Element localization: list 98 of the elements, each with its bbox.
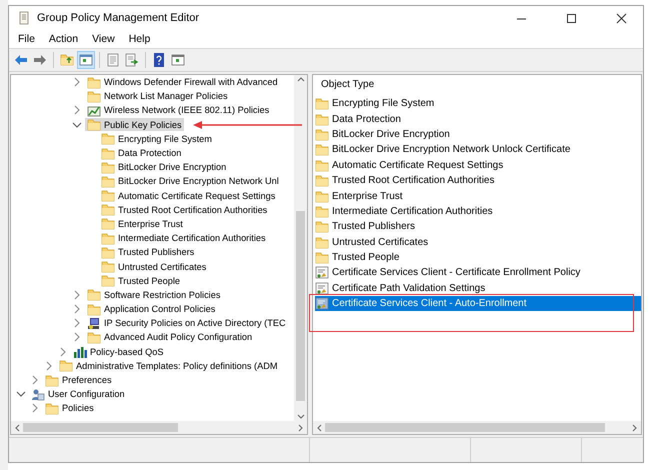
folder-icon (101, 146, 115, 160)
folder-icon (315, 204, 329, 218)
tree-item[interactable]: Automatic Certificate Request Settings (99, 188, 278, 202)
tree-item[interactable]: User Configuration (29, 387, 127, 402)
list-item[interactable]: Certificate Path Validation Settings (315, 280, 488, 296)
folder-icon (315, 190, 329, 203)
document-icon (17, 11, 31, 25)
settings-page-icon (315, 266, 329, 280)
computer-icon (87, 316, 101, 330)
horizontal-scrollbar[interactable] (11, 421, 307, 434)
tree-item[interactable]: Data Protection (99, 146, 184, 160)
export-list-button[interactable] (123, 51, 141, 69)
folder-icon (315, 158, 329, 172)
column-header[interactable]: Object Type (315, 79, 641, 96)
close-button[interactable] (614, 12, 628, 24)
tree-item[interactable]: Windows Defender Firewall with Advanced (85, 75, 280, 89)
folder-icon (101, 203, 115, 216)
folder-icon (45, 402, 59, 415)
list-item[interactable]: Trusted Publishers (315, 219, 417, 235)
list-item[interactable]: Encrypting File System (315, 96, 436, 112)
menu-item[interactable]: Help (122, 33, 158, 45)
folder-icon (101, 217, 115, 230)
folder-icon (315, 174, 329, 188)
folder-icon (101, 132, 115, 146)
tree-item[interactable]: Trusted Publishers (99, 246, 196, 260)
tree-item[interactable]: Advanced Audit Policy Configuration (85, 330, 254, 344)
list-item[interactable]: Certificate Services Client - Auto-Enrollment (315, 296, 641, 312)
folder-icon (87, 118, 101, 132)
scroll-down-icon (296, 413, 304, 421)
scroll-right-icon (297, 424, 305, 432)
folder-icon (315, 236, 329, 249)
folder-icon (87, 90, 101, 103)
folder-icon (87, 302, 101, 316)
list-item[interactable]: Enterprise Trust (315, 188, 405, 204)
vertical-scrollbar[interactable] (294, 75, 307, 421)
folder-icon (315, 112, 329, 126)
folder-icon (101, 160, 115, 174)
folder-icon (87, 330, 101, 344)
folder-icon (87, 288, 101, 302)
tree-item[interactable]: Policy-based QoS (71, 344, 166, 358)
folder-icon (315, 251, 329, 264)
tree-item[interactable]: IP Security Policies on Active Directory (TEC (85, 316, 288, 330)
list-item[interactable]: Data Protection (315, 111, 403, 127)
tree-item[interactable]: Administrative Templates: Policy definitions (ADM (57, 359, 280, 373)
tree-item[interactable]: Preferences (43, 373, 114, 387)
folder-icon (59, 359, 73, 372)
settings-page-icon (315, 282, 329, 295)
tree-item[interactable]: Software Restriction Policies (85, 288, 222, 302)
tree-item[interactable]: Trusted People (99, 274, 182, 288)
folder-icon (315, 220, 329, 234)
folder-icon (87, 76, 101, 89)
folder-icon (101, 232, 115, 245)
folder-icon (101, 274, 115, 288)
list-item[interactable]: Untrusted Certificates (315, 234, 430, 250)
folder-icon (45, 374, 59, 387)
list-item[interactable]: Intermediate Certification Authorities (315, 204, 495, 220)
folder-icon (315, 97, 329, 110)
list-item[interactable]: Automatic Certificate Request Settings (315, 158, 506, 173)
tree-item[interactable]: Encrypting File System (99, 132, 214, 146)
tree-item[interactable]: Wireless Network (IEEE 802.11) Policies (85, 104, 272, 118)
list-item[interactable]: Certificate Services Client - Certificate Enrollment Policy (315, 265, 582, 281)
tree-item[interactable]: Untrusted Certificates (99, 260, 208, 274)
tree-item[interactable]: Network List Manager Policies (85, 89, 230, 104)
tree-item[interactable]: Public Key Policies (85, 118, 184, 132)
tree-item[interactable]: Enterprise Trust (99, 217, 185, 231)
menu-item[interactable]: File (11, 33, 42, 45)
collapse-chevron-icon[interactable] (15, 389, 27, 400)
list-item[interactable]: Trusted Root Certification Authorities (315, 172, 496, 188)
list-item[interactable]: Trusted People (315, 250, 402, 266)
folder-icon (315, 128, 329, 141)
folder-icon (101, 246, 115, 259)
list-item[interactable]: BitLocker Drive Encryption (315, 126, 452, 142)
folder-icon (101, 260, 115, 274)
tree-item[interactable]: Application Control Policies (85, 302, 218, 316)
folder-icon (315, 143, 329, 156)
network-chart-icon (87, 104, 101, 117)
list-item[interactable]: BitLocker Drive Encryption Network Unlock Certificate (315, 142, 572, 158)
tree-item[interactable]: Intermediate Certification Authorities (99, 231, 268, 245)
tree-item[interactable]: BitLocker Drive Encryption Network Unl (99, 174, 281, 188)
scroll-left-icon (13, 424, 21, 432)
settings-page-icon (315, 297, 329, 310)
tree-item[interactable]: BitLocker Drive Encryption (99, 160, 228, 174)
menu-item[interactable]: Action (42, 33, 86, 45)
menu-item[interactable]: View (85, 33, 122, 45)
tree-item[interactable]: Policies (43, 402, 96, 416)
scroll-up-icon (296, 75, 304, 83)
folder-icon (101, 174, 115, 188)
collapse-chevron-icon[interactable] (71, 120, 83, 130)
window-title: Group Policy Management Editor (37, 12, 200, 24)
maximize-button[interactable] (564, 12, 578, 24)
horizontal-scrollbar[interactable] (313, 421, 641, 434)
scroll-right-icon (631, 424, 639, 432)
users-icon (31, 388, 45, 401)
console-tree-button[interactable] (77, 51, 95, 69)
scroll-left-icon (315, 424, 323, 432)
bar-chart-icon (73, 345, 87, 358)
tree-item[interactable]: Trusted Root Certification Authorities (99, 202, 270, 217)
folder-icon (101, 189, 115, 202)
